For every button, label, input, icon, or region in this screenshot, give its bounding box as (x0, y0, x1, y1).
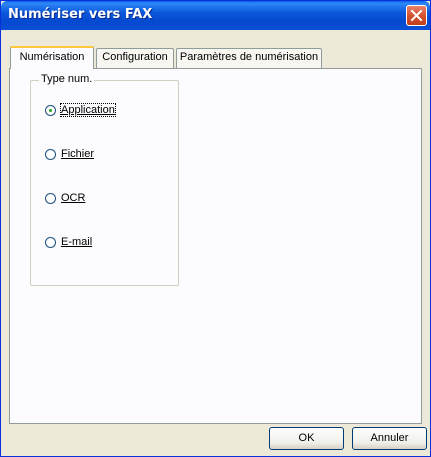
radio-ocr-circle (45, 193, 56, 204)
tab-numerisation[interactable]: Numérisation (10, 46, 94, 69)
window-title: Numériser vers FAX (8, 7, 153, 22)
title-bar[interactable]: Numériser vers FAX (1, 1, 430, 30)
radio-ocr[interactable]: OCR (45, 191, 175, 207)
radio-ocr-label: OCR (61, 192, 86, 204)
radio-fichier-circle (45, 149, 56, 160)
radio-fichier[interactable]: Fichier (45, 147, 175, 163)
dialog-window: Numériser vers FAX Numérisation Configur… (0, 0, 431, 457)
radio-email[interactable]: E-mail (45, 235, 175, 251)
tab-numerisation-label: Numérisation (19, 51, 85, 63)
tab-configuration-label: Configuration (102, 51, 168, 63)
radio-email-label: E-mail (61, 236, 93, 248)
radio-selected-dot (49, 109, 52, 112)
radio-fichier-label: Fichier (61, 148, 95, 160)
radio-email-circle (45, 237, 56, 248)
cancel-button[interactable]: Annuler (352, 427, 427, 450)
tab-configuration[interactable]: Configuration (96, 48, 174, 68)
tab-parametres-numerisation[interactable]: Paramètres de numérisation (176, 48, 322, 68)
radio-application-label: Application (60, 103, 116, 117)
scan-type-label: Type num. (39, 73, 95, 85)
radio-application-circle (45, 105, 56, 116)
ok-button[interactable]: OK (269, 427, 344, 450)
radio-application[interactable]: Application (45, 103, 175, 119)
close-button[interactable] (406, 5, 427, 26)
tab-parametres-label: Paramètres de numérisation (179, 51, 319, 63)
close-icon (410, 9, 423, 22)
